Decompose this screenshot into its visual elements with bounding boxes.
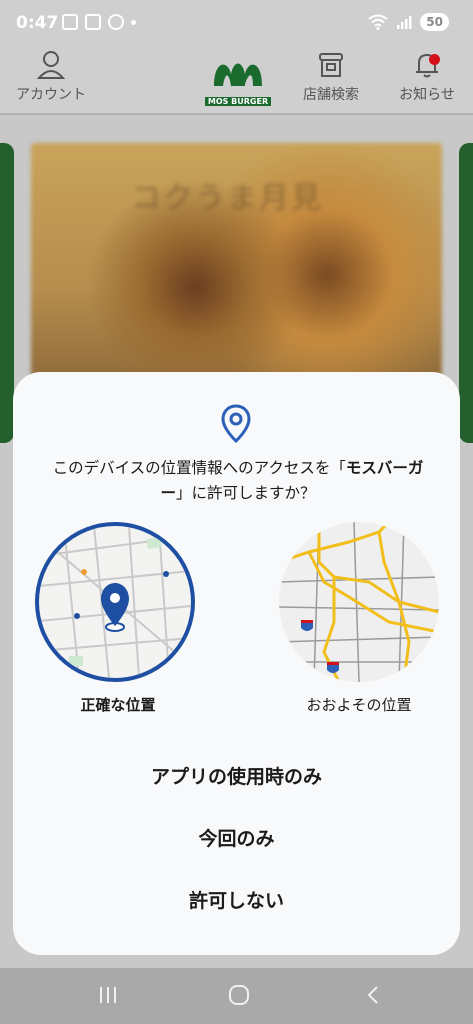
mail-icon xyxy=(85,14,101,30)
home-icon[interactable] xyxy=(228,984,250,1006)
status-bar: 0:47 50 xyxy=(0,0,473,48)
signal-icon xyxy=(397,16,412,29)
banner-text: コクうま月見 xyxy=(131,181,323,216)
chat-icon xyxy=(108,14,124,30)
store-search-button[interactable]: 店舗検索 xyxy=(296,50,366,104)
recent-apps-icon[interactable] xyxy=(97,984,119,1006)
allow-while-using-button[interactable]: アプリの使用時のみ xyxy=(13,762,460,789)
mos-burger-logo[interactable]: MOS BURGER xyxy=(201,56,275,108)
precise-location-label: 正確な位置 xyxy=(80,696,156,714)
precise-location-option[interactable] xyxy=(35,522,195,682)
message-after: 」に許可しますか？ xyxy=(176,484,316,502)
store-search-label: 店舗検索 xyxy=(303,87,359,103)
store-icon xyxy=(319,53,343,77)
location-pin-icon xyxy=(221,404,251,444)
battery-indicator: 50 xyxy=(420,13,449,31)
mos-logo-icon xyxy=(214,63,262,86)
precise-map-image xyxy=(39,526,191,678)
screenshot-icon xyxy=(62,14,78,30)
location-permission-dialog: このデバイスの位置情報へのアクセスを「モスバーガー」に許可しますか？ 正確な位置… xyxy=(13,372,460,955)
approximate-map-image xyxy=(279,522,439,682)
deny-button[interactable]: 許可しない xyxy=(13,886,460,913)
app-header: アカウント MOS BURGER 店舗検索 お知らせ xyxy=(0,48,473,114)
account-button[interactable]: アカウント xyxy=(10,50,92,104)
news-button[interactable]: お知らせ xyxy=(392,50,462,104)
more-notifications-dot-icon xyxy=(131,19,136,25)
allow-only-this-time-button[interactable]: 今回のみ xyxy=(13,824,460,851)
person-icon xyxy=(37,51,65,79)
approximate-location-option[interactable] xyxy=(279,522,439,682)
system-navigation-bar xyxy=(0,968,473,1024)
approximate-location-label: おおよその位置 xyxy=(306,696,412,714)
carousel-prev-card[interactable] xyxy=(0,143,14,443)
logo-text: MOS BURGER xyxy=(204,97,272,106)
permission-message: このデバイスの位置情報へのアクセスを「モスバーガー」に許可しますか？ xyxy=(43,456,433,506)
promo-banner[interactable]: コクうま月見 xyxy=(31,143,442,383)
message-before: このデバイスの位置情報へのアクセスを「 xyxy=(52,459,346,477)
notification-badge xyxy=(429,54,440,65)
news-label: お知らせ xyxy=(399,87,455,103)
status-notification-icons xyxy=(62,14,136,30)
back-icon[interactable] xyxy=(364,984,382,1006)
account-label: アカウント xyxy=(16,87,86,103)
carousel-next-card[interactable] xyxy=(459,143,473,443)
status-system-icons: 50 xyxy=(368,13,449,31)
status-time: 0:47 xyxy=(16,13,59,33)
wifi-icon xyxy=(368,14,388,30)
